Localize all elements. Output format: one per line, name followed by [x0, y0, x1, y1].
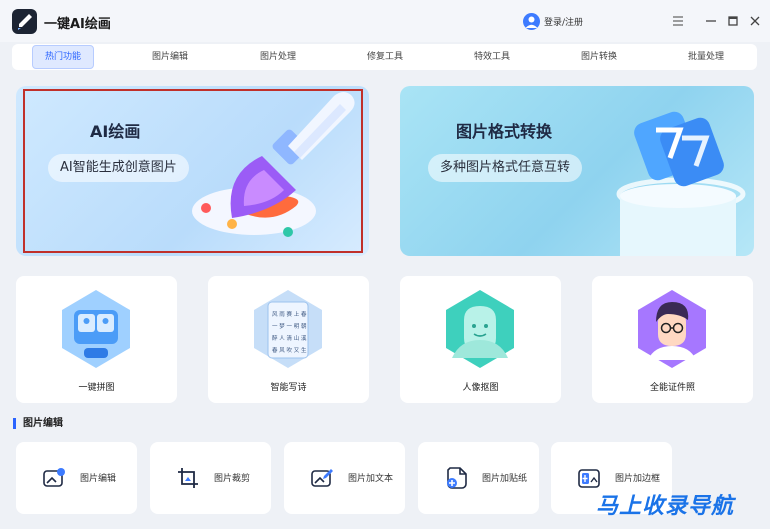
feature-card-collage[interactable]: 一键拼图: [16, 276, 177, 403]
app-logo-icon: [12, 9, 37, 34]
category-tabs: 热门功能 图片编辑 图片处理 修复工具 特效工具 图片转换 批量处理: [12, 44, 757, 70]
banner-title: 图片格式转换: [456, 122, 553, 141]
feature-label: 一键拼图: [78, 383, 115, 393]
tab-effect-tools[interactable]: 特效工具: [462, 44, 522, 70]
tool-card-add-text[interactable]: 图片加文本: [284, 442, 405, 514]
menu-icon[interactable]: [671, 14, 685, 28]
title-bar: 一键AI绘画 登录/注册: [0, 0, 770, 42]
site-watermark: 马上收录导航: [596, 494, 735, 519]
tab-image-convert[interactable]: 图片转换: [569, 44, 629, 70]
banner-title: AI绘画: [90, 122, 141, 141]
border-icon: [578, 469, 600, 488]
add-text-icon: [311, 469, 333, 487]
section-title: 图片编辑: [13, 418, 63, 429]
poem-line: 风 雨 赛 上 春: [272, 310, 307, 318]
feature-label: 智能写诗: [270, 383, 307, 393]
id-photo-icon: [638, 290, 706, 368]
convert-cube-icon: [616, 111, 746, 256]
feature-card-portrait[interactable]: 人像抠图: [400, 276, 561, 403]
banner-subtitle: 多种图片格式任意互转: [428, 154, 583, 182]
minimize-icon[interactable]: [704, 14, 718, 28]
tool-label: 图片编辑: [80, 474, 117, 484]
tab-image-edit[interactable]: 图片编辑: [140, 44, 200, 70]
tab-hot-features[interactable]: 热门功能: [32, 45, 94, 69]
image-edit-icon: [43, 468, 65, 487]
ai-painting-banner[interactable]: AI绘画 AI智能生成创意图片: [16, 86, 369, 256]
sticker-icon: [447, 467, 467, 489]
feature-label: 人像抠图: [462, 383, 499, 393]
format-convert-banner[interactable]: 图片格式转换 多种图片格式任意互转: [400, 86, 754, 256]
collage-icon: [62, 290, 130, 368]
tool-card-image-edit[interactable]: 图片编辑: [16, 442, 137, 514]
close-icon[interactable]: [748, 14, 762, 28]
app-title: 一键AI绘画: [44, 17, 111, 32]
tab-batch-process[interactable]: 批量处理: [676, 44, 736, 70]
tab-repair-tools[interactable]: 修复工具: [355, 44, 415, 70]
banner-subtitle: AI智能生成创意图片: [48, 154, 189, 182]
poem-icon: 风 雨 赛 上 春 一 梦 一 明 朝 醉 人 清 山 溪 春 风 吹 又 生: [254, 290, 322, 368]
tool-label: 图片加贴纸: [482, 474, 528, 484]
feature-card-poem[interactable]: 风 雨 赛 上 春 一 梦 一 明 朝 醉 人 清 山 溪 春 风 吹 又 生 …: [208, 276, 369, 403]
tool-label: 图片加边框: [615, 474, 661, 484]
login-label: 登录/注册: [544, 17, 584, 28]
poem-line: 一 梦 一 明 朝: [272, 323, 307, 330]
tool-card-crop[interactable]: 图片裁剪: [150, 442, 271, 514]
tool-card-sticker[interactable]: 图片加贴纸: [418, 442, 539, 514]
feature-label: 全能证件照: [649, 383, 695, 393]
portrait-cutout-icon: [446, 290, 514, 368]
tab-image-process[interactable]: 图片处理: [248, 44, 308, 70]
user-avatar-icon: [523, 12, 540, 30]
feature-card-id-photo[interactable]: 全能证件照: [592, 276, 753, 403]
login-button[interactable]: 登录/注册: [523, 12, 583, 30]
tool-label: 图片加文本: [348, 474, 394, 484]
tool-label: 图片裁剪: [214, 474, 251, 484]
maximize-icon[interactable]: [726, 14, 740, 28]
poem-line: 醉 人 清 山 溪: [272, 334, 307, 342]
poem-line: 春 风 吹 又 生: [272, 346, 307, 354]
crop-icon: [178, 468, 198, 488]
